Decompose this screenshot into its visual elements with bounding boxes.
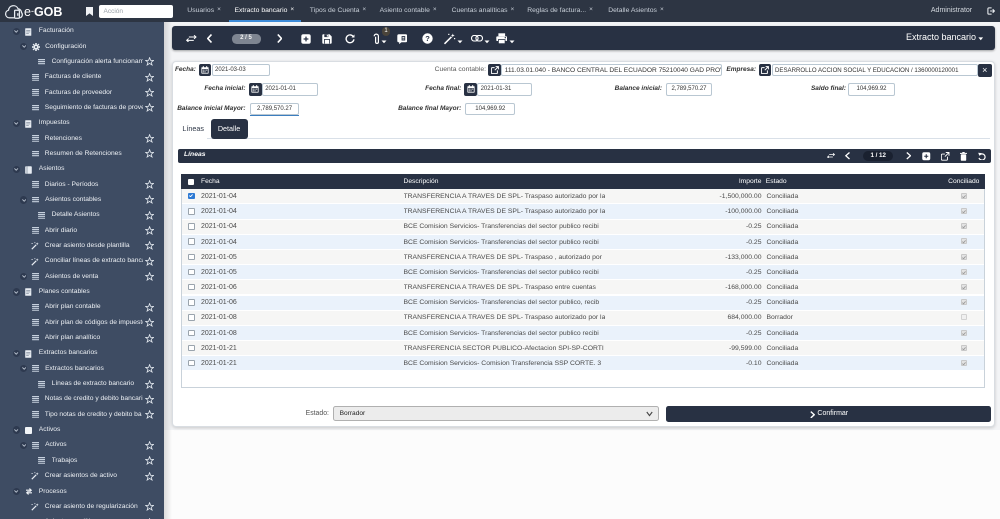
svg-text:?: ? <box>425 34 430 43</box>
